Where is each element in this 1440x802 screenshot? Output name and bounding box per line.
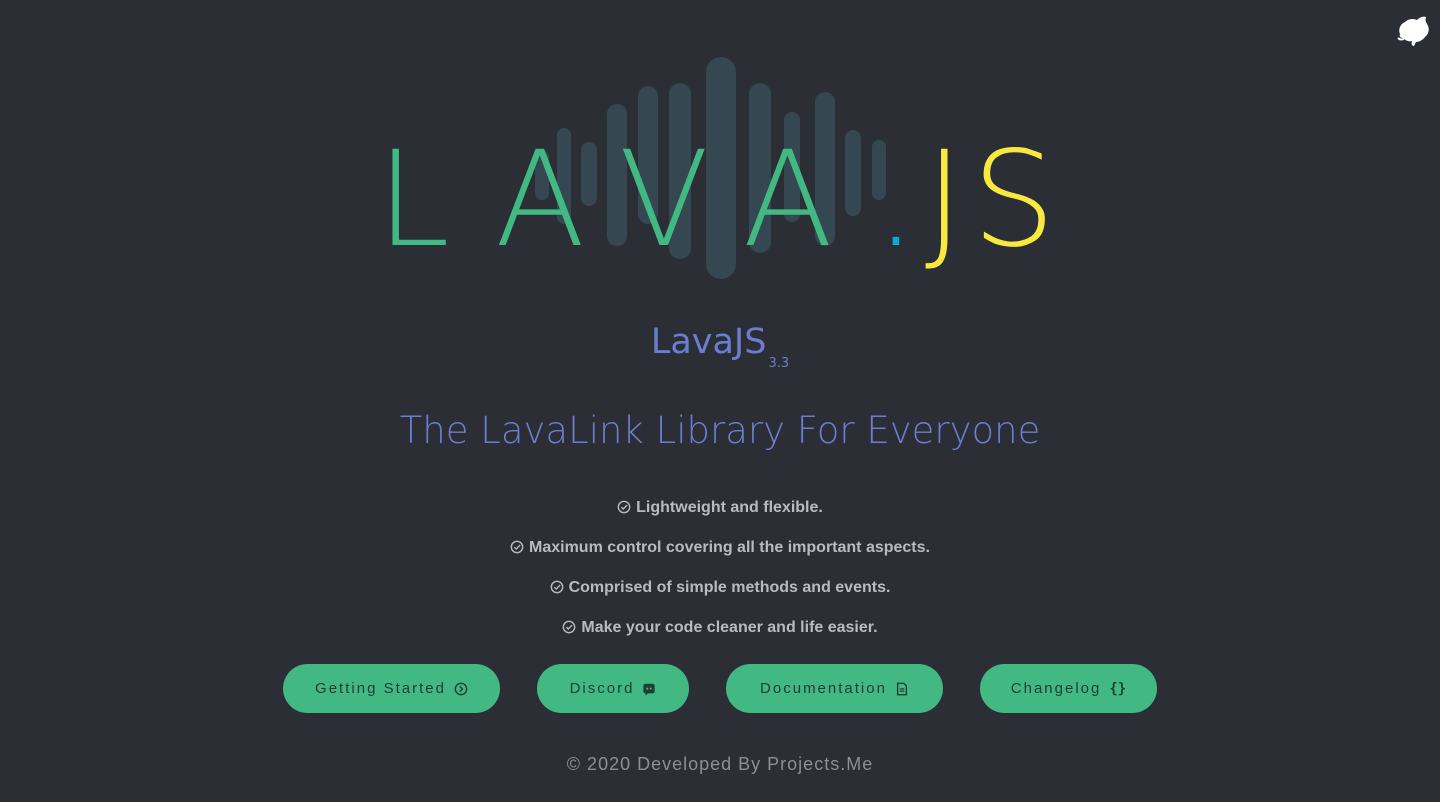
version-label: 3.3 xyxy=(768,356,790,371)
chevron-right-circle-icon xyxy=(454,682,468,695)
feature-text: Make your code cleaner and life easier. xyxy=(581,619,878,636)
discord-button[interactable]: Discord xyxy=(537,664,689,713)
curly-braces-icon: {} xyxy=(1109,680,1127,697)
logo-text-lava: LAVA xyxy=(376,123,875,277)
document-icon xyxy=(896,682,908,695)
check-circle-icon xyxy=(510,540,524,554)
feature-text: Comprised of simple methods and events. xyxy=(568,579,891,596)
feature-item: Comprised of simple methods and events. xyxy=(0,570,1440,610)
feature-item: Lightweight and flexible. xyxy=(0,490,1440,530)
feature-list: Lightweight and flexible. Maximum contro… xyxy=(0,490,1440,650)
action-buttons: Getting Started Discord Documentation Ch… xyxy=(0,664,1440,713)
project-name: LavaJS3.3 xyxy=(0,318,1440,388)
documentation-button[interactable]: Documentation xyxy=(726,664,943,713)
changelog-label: Changelog xyxy=(1010,680,1102,697)
feature-text: Maximum control covering all the importa… xyxy=(529,539,930,556)
logo-wordmark: LAVA.JS xyxy=(0,120,1440,280)
check-circle-icon xyxy=(617,500,631,514)
landing-page: LAVA.JS LavaJS3.3 The LavaLink Library F… xyxy=(0,0,1440,802)
check-circle-icon xyxy=(550,580,563,594)
documentation-label: Documentation xyxy=(760,680,887,697)
getting-started-label: Getting Started xyxy=(315,680,446,697)
logo-text-dot: . xyxy=(874,123,925,277)
feature-text: Lightweight and flexible. xyxy=(636,499,823,516)
github-corner-link[interactable] xyxy=(1396,12,1432,48)
getting-started-button[interactable]: Getting Started xyxy=(283,664,500,713)
footer-credit: © 2020 Developed By Projects.Me xyxy=(566,754,874,774)
logo-text-js: JS xyxy=(924,123,1064,277)
check-circle-icon xyxy=(563,620,576,634)
github-octocat-icon xyxy=(1397,16,1429,46)
tagline: The LavaLink Library For Everyone xyxy=(399,409,1041,452)
discord-icon xyxy=(643,683,656,696)
feature-item: Make your code cleaner and life easier. xyxy=(0,610,1440,650)
changelog-button[interactable]: Changelog {} xyxy=(980,664,1157,713)
project-title: LavaJS xyxy=(650,322,767,362)
lavajs-logo: LAVA.JS xyxy=(0,50,1440,282)
discord-label: Discord xyxy=(569,680,635,697)
feature-item: Maximum control covering all the importa… xyxy=(0,530,1440,570)
